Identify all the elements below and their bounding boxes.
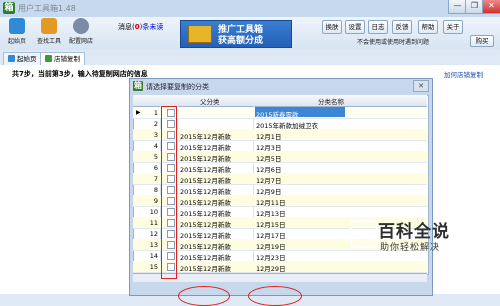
row-parent-category: 2015年12月新款 [180,265,231,273]
tab-start-page-label: 起始页 [17,55,37,63]
row-number: 1 [153,109,158,117]
row-number: 6 [153,164,158,172]
message-suffix: )条未读 [139,23,164,31]
row-category-name: 12月29日 [256,265,286,273]
help-hint: 不会使用或使用时遇到问题 [357,37,429,46]
add-shop-link[interactable]: 加何店铺复制 [444,69,483,79]
column-header-name[interactable]: 分类名称 [318,96,344,106]
row-number: 4 [153,142,158,150]
log-button[interactable]: 日志 [368,20,388,34]
message-status[interactable]: 消息(0)条未读 [118,22,163,32]
row-number: 15 [149,263,158,271]
app-icon: 箱 [3,2,15,14]
window-title: 用户工具箱1.48 [18,4,76,13]
settings-button[interactable]: 设置 [345,20,365,34]
row-number: 11 [149,219,158,227]
row-number: 3 [153,131,158,139]
gear-icon [73,18,89,34]
row-number: 7 [153,175,158,183]
annotation-oval [178,286,230,306]
row-number: 8 [153,186,158,194]
toolbar-config-shop-label: 配置网店 [68,38,93,45]
column-header-parent[interactable]: 父分类 [200,96,220,106]
row-number: 14 [149,252,158,260]
row-number: 10 [149,208,158,216]
dialog-app-icon: 箱 [133,81,143,91]
home-icon [9,18,25,34]
row-number: 5 [153,153,158,161]
tab-start-page[interactable]: 起始页 [3,52,42,65]
row-number: 2 [153,120,158,128]
home-icon [8,55,15,62]
row-number: 12 [149,230,158,238]
annotation-oval [248,286,302,306]
grid-scrollbar[interactable] [133,273,427,282]
watermark-title: 百科全说 [378,222,450,242]
promo-banner-line2: 获高额分成 [218,36,264,46]
step-indicator: 共7步，当前第3步，输入待复制网店的信息 [12,70,148,78]
row-number: 9 [153,197,158,205]
toolbar-home-button[interactable]: 起始页 [2,18,32,48]
checkbox-column-highlight [161,106,177,279]
help-hint-label: 不会使用或使用时遇到问题 [357,39,430,46]
search-tool-icon [41,18,57,34]
tab-shop-copy[interactable]: 店铺复制 [40,52,85,65]
message-prefix: 消息( [118,23,135,31]
gift-box-icon [188,25,212,43]
dialog-close-button[interactable]: ✕ [413,80,429,92]
watermark-subtitle: 助你轻松解决 [380,243,441,253]
toolbar-find-tool-button[interactable]: 查找工具 [34,18,64,48]
about-button[interactable]: 关于 [443,20,463,34]
buy-button[interactable]: 购买 [470,35,494,47]
skin-button[interactable]: 换肤 [322,20,342,34]
copy-icon [45,55,52,62]
toolbar-home-label: 起始页 [7,38,26,45]
feedback-button[interactable]: 反馈 [392,20,412,34]
row-number: 13 [149,241,158,249]
toolbar-find-tool-label: 查找工具 [36,38,61,45]
help-button[interactable]: 帮助 [418,20,438,34]
dialog-title: 请选择要复制的分类 [146,83,209,91]
close-button[interactable]: ✕ [482,0,500,14]
watermark-logo [350,220,378,248]
tab-shop-copy-label: 店铺复制 [54,55,80,63]
toolbar-config-shop-button[interactable]: 配置网店 [66,18,96,48]
